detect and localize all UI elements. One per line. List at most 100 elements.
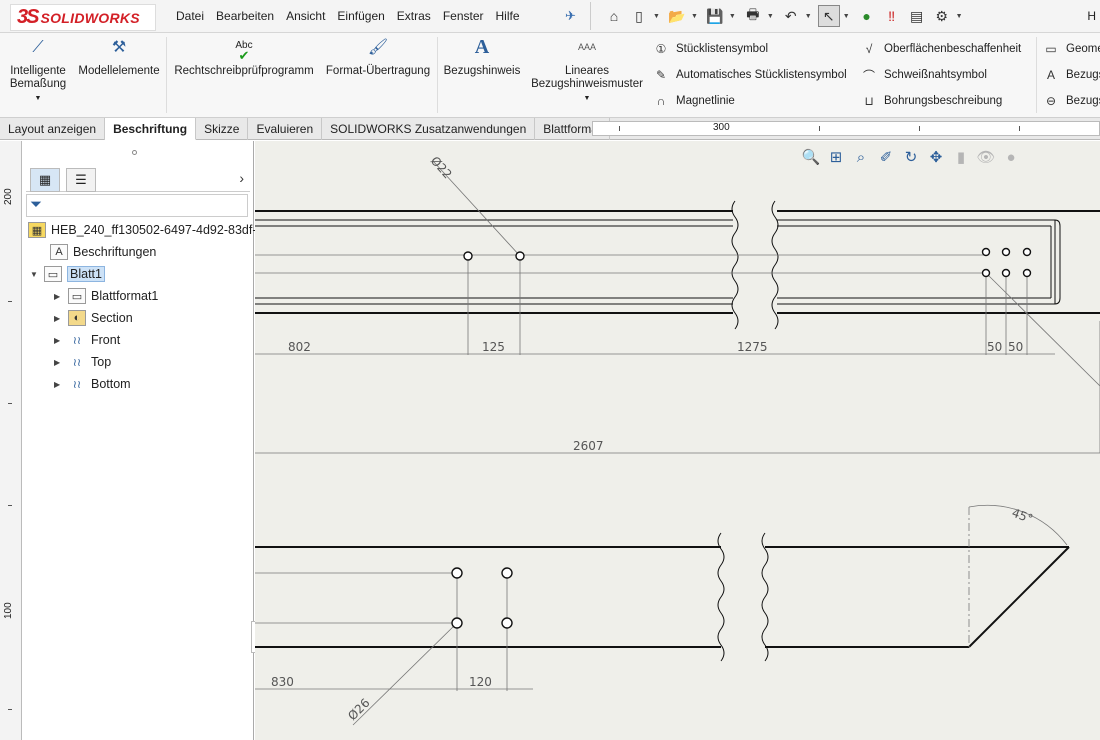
ruler-label-100: 100 [3, 602, 14, 619]
tree-item-section[interactable]: ▶ ◐ Section [54, 310, 133, 326]
tree-item-annotations[interactable]: A Beschriftungen [50, 244, 156, 260]
ribbon-separator [166, 37, 167, 113]
auto-balloon-button[interactable]: ✎ Automatisches Stücklistensymbol [652, 67, 847, 83]
dimension-50-right[interactable]: 50 [1008, 340, 1023, 354]
dimension-830[interactable]: 830 [271, 675, 294, 689]
print-dropdown-icon[interactable]: ▼ [767, 13, 774, 20]
tree-item-bottom-label: Bottom [91, 377, 131, 391]
chevron-right-icon[interactable]: › [239, 170, 244, 186]
pin-icon[interactable]: ✈ [565, 8, 576, 24]
select-dropdown-icon[interactable]: ▼ [843, 13, 850, 20]
panel-resize-grip[interactable] [132, 150, 137, 155]
ds-logo-mark: 3S [17, 6, 40, 28]
dimension-50-left[interactable]: 50 [987, 340, 1002, 354]
save-icon[interactable]: 💾 [704, 5, 726, 27]
tree-item-bottom[interactable]: ▶ ≀≀ Bottom [54, 376, 131, 392]
rebuild-icon[interactable]: ‼ [881, 5, 903, 27]
dimension-120[interactable]: 120 [469, 675, 492, 689]
datum-feature-button[interactable]: A Bezugs [1042, 67, 1100, 83]
angle-dimension-45[interactable]: 45° [1010, 506, 1035, 526]
open-folder-icon[interactable]: 📂 [666, 5, 688, 27]
gear-icon[interactable]: ⚙ [931, 5, 953, 27]
hole-diameter-26[interactable]: Ø26 [345, 696, 372, 723]
traffic-light-icon[interactable]: ● [856, 5, 878, 27]
dimension-1275[interactable]: 1275 [737, 340, 768, 354]
expand-arrow-icon[interactable]: ▶ [54, 314, 68, 323]
file-properties-icon[interactable]: ▤ [906, 5, 928, 27]
menu-fenster[interactable]: Fenster [443, 9, 484, 23]
menu-extras[interactable]: Extras [397, 9, 431, 23]
surface-finish-label: Oberflächenbeschaffenheit [884, 43, 1022, 55]
expand-arrow-icon[interactable]: ▶ [54, 292, 68, 301]
tab-layout-anzeigen[interactable]: Layout anzeigen [0, 118, 106, 140]
tree-item-sheet-format[interactable]: ▶ ▭ Blattformat1 [54, 288, 158, 304]
magnetic-line-button[interactable]: ∩ Magnetlinie [652, 93, 735, 109]
tree-root-label: HEB_240_ff130502-6497-4d92-83df-d7 [51, 223, 271, 237]
tree-item-top[interactable]: ▶ ≀≀ Top [54, 354, 111, 370]
model-items-button[interactable]: ⚒ Modellelemente [76, 40, 162, 78]
ribbon-separator [437, 37, 438, 113]
format-painter-button[interactable]: 🖌 Format-Übertragung [322, 39, 434, 78]
dimension-2607[interactable]: 2607 [573, 439, 604, 453]
undo-dropdown-icon[interactable]: ▼ [805, 13, 812, 20]
tree-item-front[interactable]: ▶ ≀≀ Front [54, 332, 120, 348]
tab-skizze[interactable]: Skizze [196, 118, 249, 140]
datum-target-button[interactable]: ⊖ Bezugs [1042, 93, 1100, 109]
menu-bearbeiten[interactable]: Bearbeiten [216, 9, 274, 23]
save-dropdown-icon[interactable]: ▼ [729, 13, 736, 20]
tree-root-drawing[interactable]: ▦ HEB_240_ff130502-6497-4d92-83df-d7 [28, 222, 270, 238]
spell-check-button[interactable]: Abc ✔ Rechtschreibprüfprogramm [172, 41, 316, 78]
balloon-button[interactable]: ① Stücklistensymbol [652, 41, 768, 57]
hole-diameter-22[interactable]: Ø22 [428, 154, 455, 182]
linear-note-pattern-label-1: Lineares [564, 65, 610, 77]
menu-einfuegen[interactable]: Einfügen [337, 9, 384, 23]
tab-evaluieren[interactable]: Evaluieren [248, 118, 323, 140]
print-icon[interactable]: 🖶 [742, 5, 764, 27]
new-document-icon[interactable]: ▯ [628, 5, 650, 27]
collapse-arrow-icon[interactable]: ▼ [30, 270, 44, 279]
weld-icon: ⌒ [862, 68, 875, 83]
open-dropdown-icon[interactable]: ▼ [691, 13, 698, 20]
tab-beschriftung[interactable]: Beschriftung [105, 118, 197, 140]
propertymanager-tab[interactable]: ☰ [66, 168, 96, 192]
hole-callout-button[interactable]: ⊔ Bohrungsbeschreibung [860, 93, 1002, 109]
smart-dimension-label-1: Intelligente [10, 65, 66, 77]
menu-hilfe[interactable]: Hilfe [496, 9, 520, 23]
tree-item-sheet[interactable]: ▼ ▭ Blatt1 [30, 266, 105, 282]
expand-arrow-icon[interactable]: ▶ [54, 380, 68, 389]
expand-arrow-icon[interactable]: ▶ [54, 358, 68, 367]
home-icon[interactable]: ⌂ [603, 5, 625, 27]
sheet-icon: ▭ [44, 266, 62, 282]
linear-note-pattern-button[interactable]: AAA Lineares Bezugshinweismuster ▼ [528, 41, 646, 105]
new-dropdown-icon[interactable]: ▼ [653, 13, 660, 20]
balloon-label: Stücklistensymbol [676, 43, 769, 55]
dimension-802[interactable]: 802 [288, 340, 311, 354]
ribbon-separator [1036, 37, 1037, 113]
menu-ansicht[interactable]: Ansicht [286, 9, 325, 23]
title-bar: 3S SOLIDWORKS Datei Bearbeiten Ansicht E… [0, 0, 1100, 33]
tab-solidworks-add-ins[interactable]: SOLIDWORKS Zusatzanwendungen [322, 118, 536, 140]
datum-feature-label: Bezugs [1066, 69, 1100, 81]
smart-dimension-button[interactable]: ⟋ Intelligente Bemaßung ▼ [6, 40, 70, 105]
datum-target-icon: ⊖ [1045, 94, 1057, 108]
weld-symbol-button[interactable]: ⌒ Schweißnahtsymbol [860, 67, 987, 83]
select-cursor-icon[interactable]: ↖ [817, 5, 840, 27]
model-items-label: Modellelemente [78, 65, 160, 77]
dimension-125[interactable]: 125 [482, 340, 505, 354]
geometric-tolerance-button[interactable]: ▭ Geome [1042, 41, 1100, 57]
drawing-canvas[interactable]: 🔍 ⊞ ⌕ ✐ ↻ ✥ ▮ 👁 ● 802 125 1275 50 50 260… [255, 141, 1100, 740]
surface-finish-button[interactable]: √ Oberflächenbeschaffenheit [860, 41, 1022, 57]
tree-filter-bar[interactable]: ⏷ [26, 194, 248, 217]
solidworks-logo[interactable]: 3S SOLIDWORKS [10, 4, 156, 31]
spell-check-icon: Abc ✔ [235, 40, 253, 63]
undo-icon[interactable]: ↶ [780, 5, 802, 27]
featuremanager-tab[interactable]: ▦ [30, 168, 60, 192]
smart-dimension-dropdown-icon[interactable]: ▼ [35, 95, 42, 102]
help-search-label[interactable]: H [1087, 9, 1096, 23]
format-painter-icon: 🖌 [367, 39, 389, 56]
expand-arrow-icon[interactable]: ▶ [54, 336, 68, 345]
menu-datei[interactable]: Datei [176, 9, 204, 23]
options-dropdown-icon[interactable]: ▼ [956, 13, 963, 20]
note-button[interactable]: A Bezugshinweis [442, 37, 522, 78]
linear-note-pattern-dropdown-icon[interactable]: ▼ [584, 95, 591, 102]
